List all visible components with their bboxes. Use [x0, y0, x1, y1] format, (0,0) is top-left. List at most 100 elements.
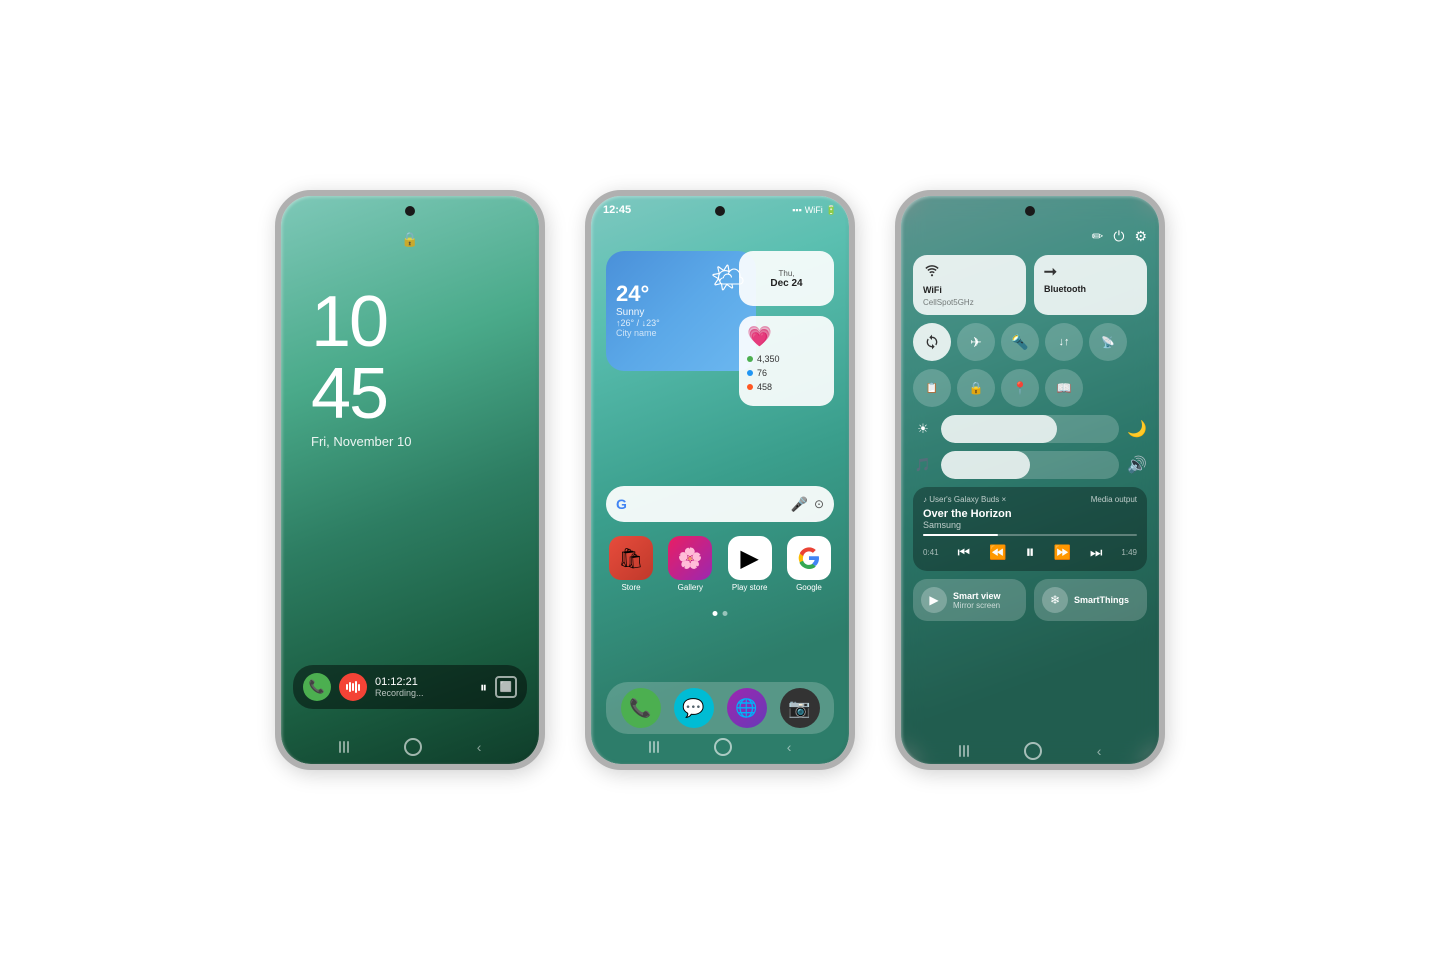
- skip-forward-btn[interactable]: ⏭: [1090, 544, 1103, 561]
- app-gallery-label: Gallery: [678, 583, 703, 592]
- lens-icon[interactable]: ⊙: [814, 497, 824, 511]
- lock-screen: 🔒 10 45 Fri, November 10 📞: [281, 196, 539, 764]
- dock: 📞 💬 🌐 📷: [606, 682, 834, 734]
- back-btn-cc[interactable]: [959, 745, 969, 757]
- airplane-toggle[interactable]: ✈: [957, 323, 995, 361]
- media-title: Over the Horizon: [923, 508, 1137, 520]
- skip-back-btn[interactable]: ⏮: [958, 544, 971, 561]
- health-value-3: 458: [757, 382, 772, 392]
- volume-track[interactable]: [941, 451, 1119, 479]
- smart-things-icon: ❄: [1042, 587, 1068, 613]
- home-screen-bg: 12:45 ▪▪▪ WiFi 🔋 🌤 24° Sunny ↑26° / ↓23°…: [591, 196, 849, 764]
- play-pause-btn[interactable]: ⏸: [1025, 542, 1034, 563]
- smart-things-tile[interactable]: ❄ SmartThings: [1034, 579, 1147, 621]
- dock-camera-icon[interactable]: 📷: [780, 688, 820, 728]
- media-header: ♪ User's Galaxy Buds × Media output: [923, 495, 1137, 504]
- wifi-label: WiFi: [923, 285, 1016, 295]
- smart-things-label: SmartThings: [1074, 595, 1129, 605]
- cc-content: ✏ ⏻ ⚙: [901, 196, 1159, 764]
- main-toggle-row: WiFi CellSpot5GHz ⭢ Bluetooth: [913, 255, 1147, 315]
- fast-forward-btn[interactable]: ⏩: [1053, 544, 1070, 561]
- pause-button[interactable]: ⏸: [480, 679, 487, 696]
- home-btn-home[interactable]: [714, 738, 732, 756]
- scan-toggle[interactable]: 📋: [913, 369, 951, 407]
- media-time-start: 0:41: [923, 548, 939, 557]
- brightness-slider-row: ☀ 🌙: [913, 415, 1147, 443]
- flashlight-toggle[interactable]: 🔦: [1001, 323, 1039, 361]
- rotate-toggle[interactable]: [913, 323, 951, 361]
- wifi-status-icon: WiFi: [805, 205, 823, 215]
- download-toggle[interactable]: ↓↑: [1045, 323, 1083, 361]
- camera-button[interactable]: ⬜: [495, 676, 517, 698]
- phone-home-screen: 12:45 ▪▪▪ WiFi 🔋 🌤 24° Sunny ↑26° / ↓23°…: [585, 190, 855, 770]
- dock-phone-icon[interactable]: 📞: [621, 688, 661, 728]
- control-center-screen: ✏ ⏻ ⚙: [901, 196, 1159, 764]
- lock-hour: 10: [311, 286, 387, 358]
- home-btn-cc[interactable]: [1024, 742, 1042, 760]
- back-button[interactable]: [339, 741, 349, 753]
- media-output-label[interactable]: Media output: [1091, 495, 1137, 504]
- weather-range: ↑26° / ↓23°: [616, 318, 746, 328]
- cc-bottom-tiles: ▶ Smart view Mirror screen ❄ SmartThings: [913, 579, 1147, 621]
- microphone-icon[interactable]: 🎤: [791, 496, 808, 513]
- recents-btn-home[interactable]: ‹: [787, 739, 792, 755]
- clock-widget[interactable]: Thu, Dec 24: [739, 251, 834, 306]
- health-widget[interactable]: 💗 4,350 76 458: [739, 316, 834, 406]
- app-google-wrap[interactable]: Google: [784, 536, 834, 592]
- health-row-3: 458: [747, 382, 826, 392]
- edit-icon[interactable]: ✏: [1092, 228, 1104, 245]
- dock-browser-icon[interactable]: 🌐: [727, 688, 767, 728]
- app-google-label: Google: [796, 583, 822, 592]
- smart-view-tile[interactable]: ▶ Smart view Mirror screen: [913, 579, 1026, 621]
- bluetooth-toggle[interactable]: ⭢ Bluetooth: [1034, 255, 1147, 315]
- clock-day: Thu,: [778, 269, 794, 278]
- rec-bar-2: [349, 682, 351, 692]
- notif-text: 01:12:21 Recording...: [375, 676, 472, 698]
- battery-icon: 🔋: [826, 205, 837, 216]
- reading-toggle[interactable]: 📖: [1045, 369, 1083, 407]
- nfc-toggle[interactable]: 📡: [1089, 323, 1127, 361]
- dock-messages-icon[interactable]: 💬: [674, 688, 714, 728]
- volume-high-icon[interactable]: 🔊: [1127, 455, 1147, 475]
- night-mode-icon[interactable]: 🌙: [1127, 419, 1147, 439]
- cc-top-icons: ✏ ⏻ ⚙: [913, 228, 1147, 245]
- media-controls: 0:41 ⏮ ⏪ ⏸ ⏩ ⏭ 1:49: [923, 542, 1137, 563]
- lock-toggle[interactable]: 🔒: [957, 369, 995, 407]
- media-device: ♪ User's Galaxy Buds ×: [923, 495, 1006, 504]
- app-gallery-icon: 🌸: [668, 536, 712, 580]
- wifi-sub: CellSpot5GHz: [923, 298, 1016, 307]
- clock-date: Dec 24: [770, 278, 802, 289]
- volume-fill: [941, 451, 1030, 479]
- page-dots: [713, 611, 728, 616]
- search-bar[interactable]: G 🎤 ⊙: [606, 486, 834, 522]
- health-dot-2: [747, 370, 753, 376]
- app-store-wrap[interactable]: 🛍 Store: [606, 536, 656, 592]
- app-store-icon: 🛍: [609, 536, 653, 580]
- settings-icon[interactable]: ⚙: [1134, 228, 1147, 245]
- location-toggle[interactable]: 📍: [1001, 369, 1039, 407]
- rec-bar-4: [355, 681, 357, 693]
- brightness-track[interactable]: [941, 415, 1119, 443]
- nav-line-h3: [657, 741, 659, 753]
- power-icon[interactable]: ⏻: [1113, 228, 1124, 245]
- recording-label: Recording...: [375, 688, 472, 698]
- phone-lock-screen: 🔒 10 45 Fri, November 10 📞: [275, 190, 545, 770]
- recents-btn-cc[interactable]: ‹: [1097, 743, 1102, 759]
- recording-icon: [339, 673, 367, 701]
- app-play-wrap[interactable]: ▶ Play store: [725, 536, 775, 592]
- media-progress-bar[interactable]: [923, 534, 1137, 536]
- home-button[interactable]: [404, 738, 422, 756]
- nav-bar-home: ‹: [591, 738, 849, 756]
- wifi-toggle[interactable]: WiFi CellSpot5GHz: [913, 255, 1026, 315]
- weather-widget[interactable]: 🌤 24° Sunny ↑26° / ↓23° City name: [606, 251, 756, 371]
- lock-minute: 45: [311, 358, 387, 430]
- back-btn-home[interactable]: [649, 741, 659, 753]
- app-gallery-wrap[interactable]: 🌸 Gallery: [665, 536, 715, 592]
- app-row: 🛍 Store 🌸 Gallery ▶ Play store: [606, 536, 834, 592]
- rewind-btn[interactable]: ⏪: [989, 544, 1006, 561]
- lock-time: 10 45: [311, 286, 387, 430]
- nav-line-1: [339, 741, 341, 753]
- health-dot-1: [747, 356, 753, 362]
- recents-button[interactable]: ‹: [477, 739, 482, 755]
- rec-bar-1: [346, 684, 348, 690]
